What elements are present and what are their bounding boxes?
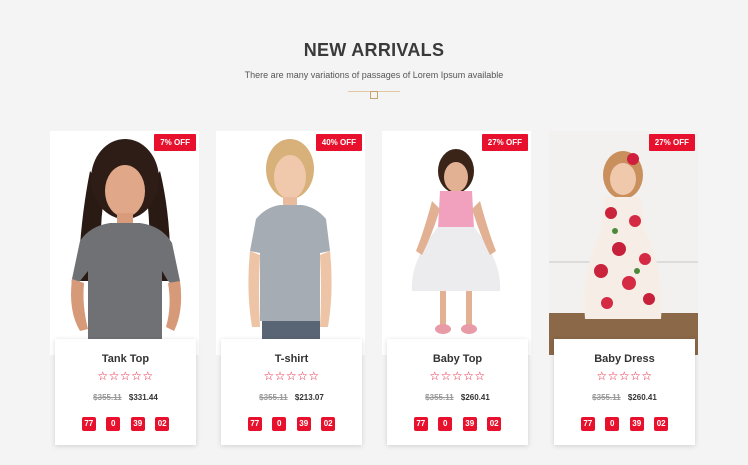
new-price: $213.07: [294, 393, 324, 402]
timer-seconds: 02: [487, 417, 502, 431]
timer-hours: 0: [106, 417, 121, 431]
rating-stars-icon: ☆☆☆☆☆: [97, 369, 154, 383]
timer-hours: 0: [272, 417, 287, 431]
product-name[interactable]: Baby Dress: [554, 353, 695, 365]
old-price: $355.11: [93, 393, 122, 402]
price-row: $355.11 $260.41: [387, 393, 528, 402]
timer-seconds: 02: [654, 417, 669, 431]
product-card[interactable]: 40% OFF T-shirt ☆☆☆☆☆ $355.11 $213.07 77…: [216, 131, 365, 446]
product-image[interactable]: 40% OFF: [216, 131, 365, 355]
product-card[interactable]: 27% OFF Baby Dress ☆☆☆☆☆ $355.11 $260.41…: [549, 131, 698, 446]
discount-badge: 40% OFF: [315, 134, 362, 151]
product-info: Baby Dress ☆☆☆☆☆ $355.11 $260.41 77 0 39…: [554, 339, 695, 445]
new-price: $331.44: [128, 393, 158, 402]
product-name[interactable]: Tank Top: [55, 353, 196, 365]
product-name[interactable]: T-shirt: [221, 353, 362, 365]
product-info: Baby Top ☆☆☆☆☆ $355.11 $260.41 77 0 39 0…: [387, 339, 528, 445]
old-price: $355.11: [425, 393, 454, 402]
countdown-timer: 77 0 39 02: [55, 413, 196, 431]
discount-badge: 27% OFF: [481, 134, 528, 151]
timer-seconds: 02: [155, 417, 170, 431]
section-subtitle: There are many variations of passages of…: [244, 70, 504, 80]
timer-hours: 0: [605, 417, 620, 431]
timer-days: 77: [81, 417, 96, 431]
discount-badge: 27% OFF: [648, 134, 695, 151]
countdown-timer: 77 0 39 02: [387, 413, 528, 431]
timer-hours: 0: [438, 417, 453, 431]
timer-days: 77: [247, 417, 262, 431]
divider-diamond-icon: [370, 91, 378, 99]
product-info: Tank Top ☆☆☆☆☆ $355.11 $331.44 77 0 39 0…: [55, 339, 196, 445]
section-title: NEW ARRIVALS: [303, 40, 445, 60]
new-price: $260.41: [460, 393, 490, 402]
timer-minutes: 39: [629, 417, 644, 431]
price-row: $355.11 $260.41: [554, 393, 695, 402]
product-image[interactable]: 7% OFF: [50, 131, 199, 355]
discount-badge: 7% OFF: [154, 134, 196, 151]
price-row: $355.11 $331.44: [55, 393, 196, 402]
price-row: $355.11 $213.07: [221, 393, 362, 402]
product-name[interactable]: Baby Top: [387, 353, 528, 365]
product-card[interactable]: 27% OFF Baby Top ☆☆☆☆☆ $355.11 $260.41 7…: [382, 131, 531, 446]
product-card[interactable]: 7% OFF Tank Top ☆☆☆☆☆ $355.11 $331.44 77…: [50, 131, 199, 446]
countdown-timer: 77 0 39 02: [221, 413, 362, 431]
rating-stars-icon: ☆☆☆☆☆: [429, 369, 486, 383]
product-image[interactable]: 27% OFF: [382, 131, 531, 355]
timer-days: 77: [413, 417, 428, 431]
product-image[interactable]: 27% OFF: [549, 131, 698, 355]
countdown-timer: 77 0 39 02: [554, 413, 695, 431]
old-price: $355.11: [259, 393, 288, 402]
timer-minutes: 39: [296, 417, 311, 431]
timer-minutes: 39: [130, 417, 145, 431]
rating-stars-icon: ☆☆☆☆☆: [596, 369, 653, 383]
product-info: T-shirt ☆☆☆☆☆ $355.11 $213.07 77 0 39 02: [221, 339, 362, 445]
rating-stars-icon: ☆☆☆☆☆: [263, 369, 320, 383]
old-price: $355.11: [592, 393, 621, 402]
timer-minutes: 39: [462, 417, 477, 431]
timer-seconds: 02: [321, 417, 336, 431]
new-price: $260.41: [627, 393, 657, 402]
timer-days: 77: [580, 417, 595, 431]
